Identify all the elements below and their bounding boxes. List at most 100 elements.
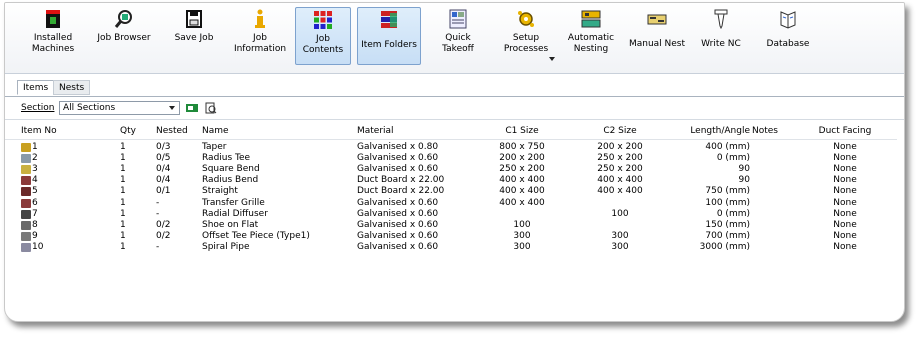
cell-nested: - xyxy=(156,208,160,219)
header-c2-size[interactable]: C2 Size xyxy=(580,126,660,136)
tab-items[interactable]: Items xyxy=(17,80,55,95)
section-select[interactable]: All Sections xyxy=(59,101,180,115)
cell-length: 400 (mm) xyxy=(705,142,750,152)
header-name[interactable]: Name xyxy=(202,126,229,136)
manual-nest-button[interactable]: Manual Nest xyxy=(627,7,687,65)
cell-qty: 1 xyxy=(120,230,126,241)
cell-material: Galvanised x 0.60 xyxy=(357,153,439,164)
cell-duct: None xyxy=(833,219,857,230)
cell-name: Radial Diffuser xyxy=(202,208,268,219)
header-material[interactable]: Material xyxy=(357,126,394,136)
job-information-button[interactable]: Job Information xyxy=(231,7,289,65)
setup-processes-button[interactable]: Setup Processes xyxy=(493,7,559,65)
table-row[interactable]: 10 1 - Spiral Pipe Galvanised x 0.60 300 300 30… xyxy=(5,242,897,253)
installed-machines-button[interactable]: Installed Machines xyxy=(29,7,77,65)
duct-item-icon xyxy=(21,220,31,230)
table-row[interactable]: 2 1 0/5 Radius Tee Galvanised x 0.60 200 x 20… xyxy=(5,153,897,164)
folders-icon xyxy=(378,9,400,31)
tool-icon xyxy=(710,8,732,30)
cell-c2: 100 xyxy=(611,208,629,219)
cell-c1: 300 xyxy=(513,241,531,252)
cell-c1: 400 x 400 xyxy=(499,175,545,186)
cell-material: Galvanised x 0.80 xyxy=(357,142,439,152)
chevron-down-icon[interactable] xyxy=(549,57,555,61)
print-preview-icon[interactable] xyxy=(205,102,217,114)
cell-duct: None xyxy=(833,230,857,241)
info-icon xyxy=(249,8,271,30)
automatic-nesting-button[interactable]: Automatic Nesting xyxy=(565,7,617,65)
cell-c1: 400 x 400 xyxy=(499,186,545,197)
cell-c1: 800 x 750 xyxy=(499,142,545,152)
cell-length: 90 xyxy=(738,164,750,175)
cell-material: Galvanised x 0.60 xyxy=(357,230,439,241)
cell-c2: 200 x 200 xyxy=(597,142,643,152)
cell-qty: 1 xyxy=(120,197,126,208)
cell-material: Galvanised x 0.60 xyxy=(357,164,439,175)
database-icon xyxy=(777,8,799,30)
cell-nested: 0/3 xyxy=(156,142,171,152)
cell-qty: 1 xyxy=(120,219,126,230)
nesting-icon xyxy=(580,8,602,30)
cell-length: 0 (mm) xyxy=(716,208,750,219)
save-job-button[interactable]: Save Job xyxy=(171,7,217,65)
ribbon-toolbar: Installed Machines Job Browser Save Job … xyxy=(5,3,904,74)
table-row[interactable]: 9 1 0/2 Offset Tee Piece (Type1) Galvanised … xyxy=(5,231,897,242)
cell-qty: 1 xyxy=(120,175,126,186)
item-no: 6 xyxy=(32,197,38,208)
duct-item-icon xyxy=(21,154,31,164)
cell-material: Galvanised x 0.60 xyxy=(357,197,439,208)
cell-name: Transfer Grille xyxy=(202,197,265,208)
cell-name: Shoe on Flat xyxy=(202,219,259,230)
cell-duct: None xyxy=(833,153,857,164)
duct-item-icon xyxy=(21,209,31,219)
cell-qty: 1 xyxy=(120,186,126,197)
cell-qty: 1 xyxy=(120,142,126,152)
cell-duct: None xyxy=(833,186,857,197)
table-row[interactable]: 4 1 0/4 Radius Bend Duct Board x 22.00 400 x … xyxy=(5,175,897,186)
write-nc-button[interactable]: Write NC xyxy=(699,7,743,65)
header-qty[interactable]: Qty xyxy=(120,126,136,136)
cell-name: Taper xyxy=(202,142,227,152)
job-contents-button[interactable]: Job Contents xyxy=(295,7,351,65)
manual-nest-icon xyxy=(646,8,668,30)
cell-qty: 1 xyxy=(120,241,126,252)
grid-icon xyxy=(312,9,334,31)
header-item-no[interactable]: Item No xyxy=(21,126,57,136)
table-row[interactable]: 5 1 0/1 Straight Duct Board x 22.00 400 x 400… xyxy=(5,186,897,197)
tab-nests[interactable]: Nests xyxy=(53,80,91,95)
table-row[interactable]: 3 1 0/4 Square Bend Galvanised x 0.60 250 x 2… xyxy=(5,164,897,175)
cell-nested: - xyxy=(156,241,160,252)
item-no: 10 xyxy=(32,241,44,252)
takeoff-icon xyxy=(447,8,469,30)
machine-icon xyxy=(42,8,64,30)
cell-duct: None xyxy=(833,241,857,252)
item-no: 5 xyxy=(32,186,38,197)
magnifier-icon xyxy=(113,8,135,30)
cell-name: Radius Bend xyxy=(202,175,259,186)
cell-qty: 1 xyxy=(120,153,126,164)
item-no: 7 xyxy=(32,208,38,219)
cell-nested: - xyxy=(156,197,160,208)
quick-takeoff-button[interactable]: Quick Takeoff xyxy=(438,7,478,65)
section-toolbar: Section All Sections xyxy=(5,99,904,120)
cell-length: 0 (mm) xyxy=(716,153,750,164)
export-excel-icon[interactable] xyxy=(186,102,198,114)
header-notes[interactable]: Notes xyxy=(752,126,778,136)
header-c1-size[interactable]: C1 Size xyxy=(482,126,562,136)
table-row[interactable]: 7 1 - Radial Diffuser Galvanised x 0.60 100 0 … xyxy=(5,209,897,220)
job-browser-button[interactable]: Job Browser xyxy=(95,7,153,65)
cell-material: Duct Board x 22.00 xyxy=(357,175,445,186)
header-length-angle[interactable]: Length/Angle xyxy=(668,126,750,136)
item-folders-button[interactable]: Item Folders xyxy=(357,7,421,65)
table-row[interactable]: 8 1 0/2 Shoe on Flat Galvanised x 0.60 100 150… xyxy=(5,220,897,231)
header-duct-facing[interactable]: Duct Facing xyxy=(810,126,880,136)
duct-item-icon xyxy=(21,231,31,241)
table-row[interactable]: 1 1 0/3 Taper Galvanised x 0.80 800 x 750 200 … xyxy=(5,142,897,153)
cell-c1: 400 x 400 xyxy=(499,197,545,208)
table-row[interactable]: 6 1 - Transfer Grille Galvanised x 0.60 400 x… xyxy=(5,198,897,209)
item-no: 9 xyxy=(32,230,38,241)
duct-item-icon xyxy=(21,242,31,252)
header-nested[interactable]: Nested xyxy=(156,126,188,136)
database-button[interactable]: Database xyxy=(763,7,813,65)
cell-duct: None xyxy=(833,208,857,219)
